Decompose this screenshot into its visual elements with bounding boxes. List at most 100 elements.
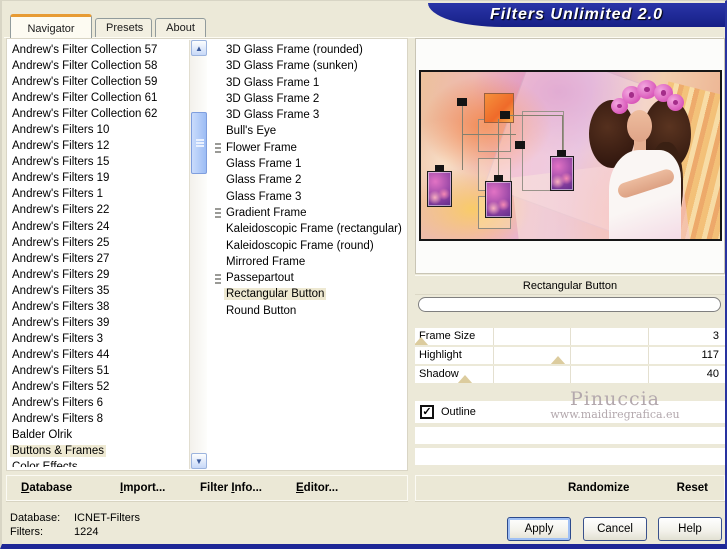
list-item[interactable]: Andrew's Filters 22 <box>10 202 188 218</box>
list-item[interactable]: Kaleidoscopic Frame (round) <box>215 238 409 254</box>
list-item[interactable]: Andrew's Filters 38 <box>10 299 188 315</box>
list-item[interactable]: Andrew's Filters 8 <box>10 411 188 427</box>
woman-face <box>627 110 652 142</box>
slider-tick <box>647 366 649 383</box>
slider-marker[interactable] <box>456 375 473 383</box>
list-item[interactable]: Andrew's Filters 44 <box>10 347 188 363</box>
apply-button[interactable]: Apply <box>507 517 571 541</box>
slider-tick <box>570 328 571 345</box>
slider-label: Highlight <box>419 349 462 361</box>
render-progress-bar <box>418 297 721 312</box>
list-item-label: Bull's Eye <box>226 125 277 138</box>
list-item[interactable]: Andrew's Filters 12 <box>10 138 188 154</box>
list-item[interactable]: Rectangular Button <box>215 286 409 302</box>
list-item[interactable]: Andrew's Filters 24 <box>10 219 188 235</box>
import-button[interactable]: Import... <box>120 476 165 500</box>
list-item-label: Glass Frame 2 <box>226 174 302 187</box>
list-item[interactable]: Andrew's Filter Collection 57 <box>10 42 188 58</box>
selected-filter-header: Rectangular Button <box>415 275 725 295</box>
scroll-up-icon[interactable]: ▲ <box>191 40 207 56</box>
list-item[interactable]: 3D Glass Frame (sunken) <box>215 58 409 74</box>
list-item[interactable]: Round Button <box>215 303 409 319</box>
list-item[interactable]: Andrew's Filters 39 <box>10 315 188 331</box>
outline-checkbox[interactable]: ✓ <box>420 405 434 419</box>
slider-marker[interactable] <box>549 356 566 364</box>
list-item[interactable]: Glass Frame 1 <box>215 156 409 172</box>
help-button[interactable]: Help <box>658 517 722 541</box>
preview-node <box>500 111 510 119</box>
list-item[interactable]: Andrew's Filter Collection 62 <box>10 106 188 122</box>
list-item[interactable]: Andrew's Filter Collection 59 <box>10 74 188 90</box>
collection-scrollbar[interactable]: ▲ ▼ <box>189 40 207 469</box>
list-item-label: Andrew's Filters 25 <box>12 236 110 249</box>
list-item[interactable]: Color Effects <box>10 459 188 467</box>
list-item[interactable]: Mirrored Frame <box>215 254 409 270</box>
flower-icon <box>667 94 684 111</box>
list-item[interactable]: Kaleidoscopic Frame (rectangular) <box>215 221 409 237</box>
list-item[interactable]: Andrew's Filter Collection 58 <box>10 58 188 74</box>
list-item[interactable]: Andrew's Filters 6 <box>10 395 188 411</box>
reset-button[interactable]: Reset <box>677 476 708 500</box>
tab-about[interactable]: About <box>155 18 206 38</box>
list-item[interactable]: Flower Frame <box>215 140 409 156</box>
list-item[interactable]: Andrew's Filters 25 <box>10 235 188 251</box>
adjustable-filter-icon <box>215 143 221 154</box>
slider-row[interactable]: Highlight 117 <box>415 347 725 364</box>
slider-marker[interactable] <box>415 337 430 345</box>
list-item[interactable]: Andrew's Filters 19 <box>10 170 188 186</box>
slider-value: 117 <box>701 349 719 361</box>
list-item[interactable]: 3D Glass Frame 1 <box>215 75 409 91</box>
check-icon: ✓ <box>422 406 432 418</box>
list-item[interactable]: 3D Glass Frame (rounded) <box>215 42 409 58</box>
preview-line <box>505 115 563 116</box>
list-item-label: 3D Glass Frame (rounded) <box>226 44 363 56</box>
database-button[interactable]: Database <box>21 476 72 500</box>
list-item[interactable]: Andrew's Filters 51 <box>10 363 188 379</box>
list-item[interactable]: Andrew's Filters 35 <box>10 283 188 299</box>
scroll-down-icon[interactable]: ▼ <box>191 453 207 469</box>
list-item-label: Andrew's Filters 8 <box>12 413 104 426</box>
list-item-label: 3D Glass Frame 1 <box>226 76 320 89</box>
list-item[interactable]: Andrew's Filters 29 <box>10 267 188 283</box>
list-item[interactable]: Glass Frame 3 <box>215 189 409 205</box>
editor-button[interactable]: Editor... <box>296 476 338 500</box>
list-item-label: Andrew's Filters 19 <box>12 172 110 185</box>
tab-presets[interactable]: Presets <box>95 18 152 38</box>
list-item[interactable]: Bull's Eye <box>215 123 409 139</box>
list-item-label: Andrew's Filters 3 <box>12 332 104 345</box>
list-item-label: Rectangular Button <box>224 288 327 301</box>
preview-box <box>415 38 725 274</box>
list-item-label: Kaleidoscopic Frame (rectangular) <box>226 223 402 236</box>
empty-row <box>415 427 725 444</box>
slider-row[interactable]: Shadow 40 <box>415 366 725 383</box>
preview-line <box>498 119 499 177</box>
filters-label: Filters: <box>10 526 43 538</box>
list-item[interactable]: Andrew's Filters 10 <box>10 122 188 138</box>
list-item[interactable]: Andrew's Filters 3 <box>10 331 188 347</box>
preview-line <box>462 106 463 170</box>
randomize-button[interactable]: Randomize <box>568 476 629 500</box>
list-item[interactable]: Andrew's Filters 15 <box>10 154 188 170</box>
cancel-button[interactable]: Cancel <box>583 517 647 541</box>
slider-row[interactable]: Frame Size 3 <box>415 328 725 345</box>
list-item-label: Color Effects <box>10 461 80 467</box>
filter-info-button[interactable]: Filter Info... <box>200 476 262 500</box>
list-item[interactable]: Andrew's Filters 1 <box>10 186 188 202</box>
slider-value: 3 <box>712 330 719 342</box>
list-item[interactable]: 3D Glass Frame 3 <box>215 107 409 123</box>
list-item-label: Flower Frame <box>226 141 297 154</box>
list-item[interactable]: Passepartout <box>215 270 409 286</box>
list-item-label: Glass Frame 3 <box>226 190 302 203</box>
list-item[interactable]: Andrew's Filter Collection 61 <box>10 90 188 106</box>
list-item[interactable]: Buttons & Frames <box>10 443 188 459</box>
list-item[interactable]: 3D Glass Frame 2 <box>215 91 409 107</box>
scrollbar-thumb[interactable] <box>191 112 207 174</box>
list-item[interactable]: Glass Frame 2 <box>215 172 409 188</box>
tab-navigator[interactable]: Navigator <box>10 14 92 38</box>
database-value: ICNET-Filters <box>74 512 140 524</box>
list-item[interactable]: Gradient Frame <box>215 205 409 221</box>
list-item[interactable]: Andrew's Filters 27 <box>10 251 188 267</box>
list-item[interactable]: Andrew's Filters 52 <box>10 379 188 395</box>
settings-panel: Rectangular Button Frame Size 3 Highlight 1… <box>415 38 725 471</box>
list-item[interactable]: Balder Olrik <box>10 427 188 443</box>
